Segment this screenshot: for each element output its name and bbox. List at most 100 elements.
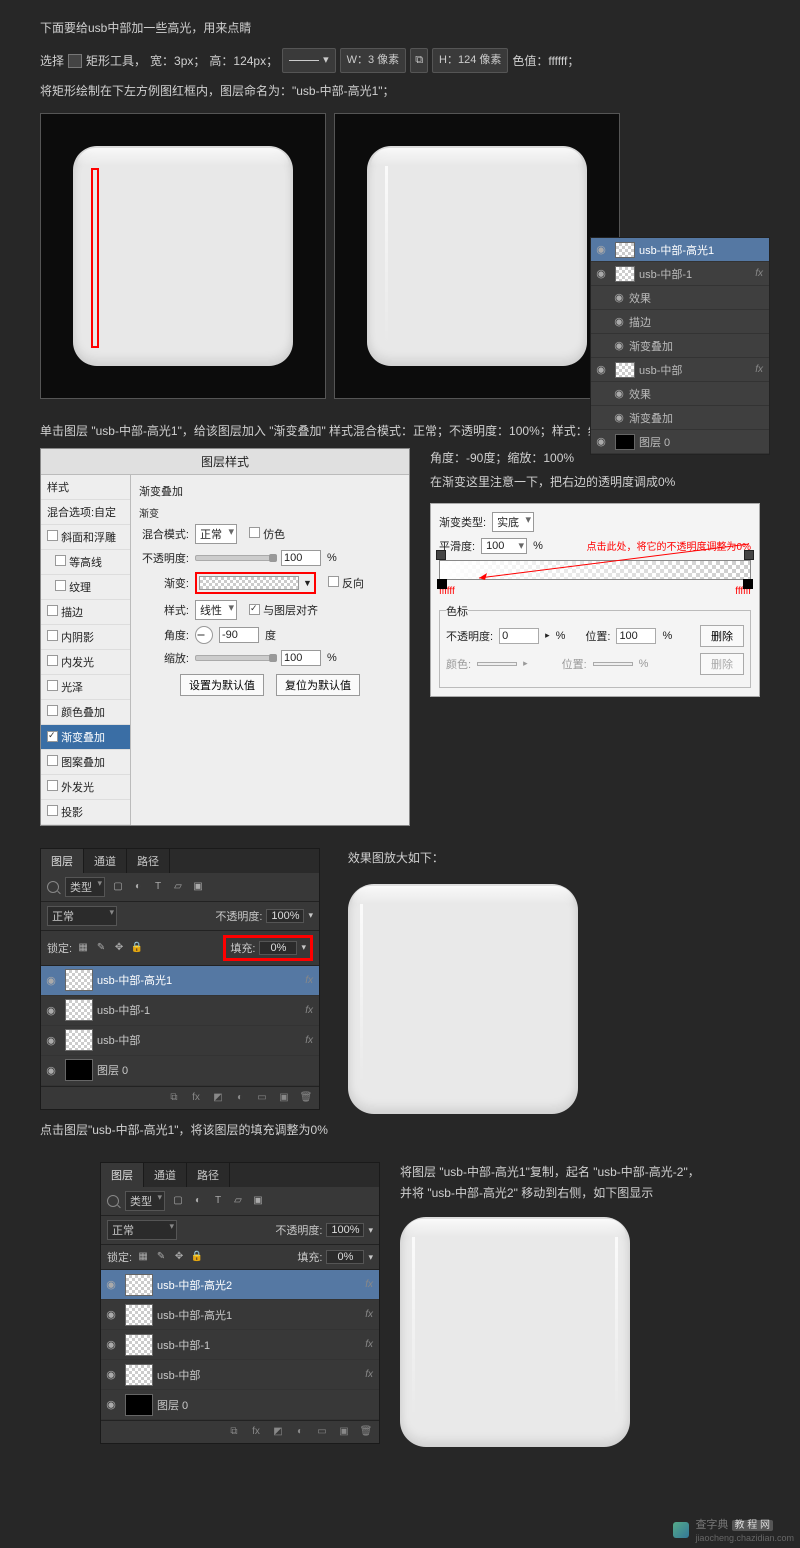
opacity-value[interactable]: 100%: [326, 1223, 364, 1237]
fx-badge[interactable]: fx: [305, 1035, 313, 1046]
fx-badge[interactable]: fx: [305, 975, 313, 986]
layers-panel-1[interactable]: 图层 通道 路径 类型 ▢ ◐ T ▱ ▣ 正常 不透明度: 100%▾ 锁定:…: [40, 848, 320, 1110]
tab-layers[interactable]: 图层: [101, 1163, 144, 1187]
lock-position-icon[interactable]: ✥: [112, 941, 126, 955]
opacity-input[interactable]: 100: [281, 550, 321, 566]
style-item[interactable]: 斜面和浮雕: [41, 525, 130, 550]
filter-type-select[interactable]: 类型: [125, 1191, 165, 1211]
layer-row[interactable]: ◉usb-中部-高光1fx: [41, 966, 319, 996]
fx-badge[interactable]: fx: [365, 1369, 373, 1380]
mask-icon[interactable]: ◩: [211, 1091, 225, 1105]
w-field[interactable]: W：3 像素: [340, 48, 407, 73]
layer-fx-item[interactable]: ◉渐变叠加: [591, 334, 769, 358]
blend-mode-select[interactable]: 正常: [107, 1220, 177, 1240]
fill-value[interactable]: 0%: [259, 941, 297, 955]
stroke-preview[interactable]: ▾: [282, 48, 336, 73]
filter-image-icon[interactable]: ▢: [171, 1194, 185, 1208]
adjustment-icon[interactable]: ◐: [233, 1091, 247, 1105]
opacity-stop-left[interactable]: [436, 550, 446, 560]
color-stop-left[interactable]: [437, 579, 447, 589]
filter-adjust-icon[interactable]: ◐: [131, 880, 145, 894]
search-icon[interactable]: [47, 881, 59, 893]
fx-icon[interactable]: fx: [189, 1091, 203, 1105]
opacity-stop-right[interactable]: [744, 550, 754, 560]
visibility-icon[interactable]: ◉: [591, 243, 611, 256]
angle-input[interactable]: -90: [219, 627, 259, 643]
folder-icon[interactable]: ▭: [255, 1091, 269, 1105]
adjustment-icon[interactable]: ◐: [293, 1425, 307, 1439]
visibility-icon[interactable]: ◉: [591, 267, 611, 280]
style-item[interactable]: 描边: [41, 600, 130, 625]
lock-transparency-icon[interactable]: ▦: [76, 941, 90, 955]
layer-fx-item[interactable]: ◉描边: [591, 310, 769, 334]
layers-panel-mini[interactable]: ◉ usb-中部-高光1 ◉ usb-中部-1 fx ◉效果 ◉描边 ◉渐变叠加…: [590, 237, 770, 455]
fx-badge[interactable]: fx: [305, 1005, 313, 1016]
layer-row[interactable]: ◉usb-中部-高光1fx: [101, 1300, 379, 1330]
layer-row[interactable]: ◉ 图层 0: [591, 430, 769, 454]
stop-pos-input[interactable]: 100: [616, 628, 656, 644]
lock-paint-icon[interactable]: ✎: [94, 941, 108, 955]
filter-shape-icon[interactable]: ▱: [171, 880, 185, 894]
layer-fx-group[interactable]: ◉效果: [591, 382, 769, 406]
lock-position-icon[interactable]: ✥: [172, 1250, 186, 1264]
grad-type-select[interactable]: 实底: [492, 512, 534, 532]
search-icon[interactable]: [107, 1195, 119, 1207]
fx-badge[interactable]: fx: [755, 268, 763, 279]
tab-layers[interactable]: 图层: [41, 849, 84, 873]
lock-all-icon[interactable]: 🔒: [190, 1250, 204, 1264]
panel-tabs[interactable]: 图层 通道 路径: [101, 1163, 379, 1187]
reset-default-button[interactable]: 复位为默认值: [276, 674, 360, 696]
tab-channels[interactable]: 通道: [84, 849, 127, 873]
stop-opacity-input[interactable]: 0: [499, 628, 539, 644]
style-select[interactable]: 线性: [195, 600, 237, 620]
new-layer-icon[interactable]: ▣: [277, 1091, 291, 1105]
delete-stop-button[interactable]: 删除: [700, 625, 744, 647]
blend-options[interactable]: 混合选项:自定: [41, 500, 130, 525]
fill-value[interactable]: 0%: [326, 1250, 364, 1264]
opacity-slider[interactable]: [195, 555, 275, 561]
smooth-input[interactable]: 100: [481, 538, 527, 554]
filter-type-select[interactable]: 类型: [65, 877, 105, 897]
h-field[interactable]: H：124 像素: [432, 48, 508, 73]
link-icon[interactable]: ⧉: [227, 1425, 241, 1439]
style-item-gradient-overlay[interactable]: 渐变叠加: [41, 725, 130, 750]
style-item[interactable]: 投影: [41, 800, 130, 825]
layer-row[interactable]: ◉ usb-中部 fx: [591, 358, 769, 382]
layer-fx-item[interactable]: ◉渐变叠加: [591, 406, 769, 430]
chevron-down-icon[interactable]: ▼: [303, 578, 312, 588]
set-default-button[interactable]: 设置为默认值: [180, 674, 264, 696]
style-item[interactable]: 等高线: [41, 550, 130, 575]
tab-channels[interactable]: 通道: [144, 1163, 187, 1187]
scale-input[interactable]: 100: [281, 650, 321, 666]
style-item[interactable]: 内阴影: [41, 625, 130, 650]
blend-mode-select[interactable]: 正常: [195, 524, 237, 544]
link-wh-icon[interactable]: ⧉: [410, 48, 428, 73]
opacity-value[interactable]: 100%: [266, 909, 304, 923]
layer-row[interactable]: ◉usb-中部fx: [101, 1360, 379, 1390]
style-item[interactable]: 图案叠加: [41, 750, 130, 775]
fx-badge[interactable]: fx: [365, 1339, 373, 1350]
fx-icon[interactable]: fx: [249, 1425, 263, 1439]
filter-smart-icon[interactable]: ▣: [191, 880, 205, 894]
style-item[interactable]: 内发光: [41, 650, 130, 675]
folder-icon[interactable]: ▭: [315, 1425, 329, 1439]
fx-badge[interactable]: fx: [365, 1309, 373, 1320]
style-item[interactable]: 光泽: [41, 675, 130, 700]
layers-panel-2[interactable]: 图层 通道 路径 类型 ▢ ◐ T ▱ ▣ 正常 不透明度: 100%▾ 锁定:…: [100, 1162, 380, 1444]
gradient-editor[interactable]: 渐变类型: 实底 平滑度: 100 % 点击此处，将它的不透明度调整为0%: [430, 503, 760, 697]
layer-fx-group[interactable]: ◉效果: [591, 286, 769, 310]
layer-row[interactable]: ◉usb-中部fx: [41, 1026, 319, 1056]
filter-type-icon[interactable]: T: [211, 1194, 225, 1208]
gradient-bar[interactable]: [439, 560, 751, 580]
scale-slider[interactable]: [195, 655, 275, 661]
layer-row-highlight1[interactable]: ◉ usb-中部-高光1: [591, 238, 769, 262]
reverse-checkbox[interactable]: [328, 576, 339, 587]
link-icon[interactable]: ⧉: [167, 1091, 181, 1105]
layer-row[interactable]: ◉图层 0: [101, 1390, 379, 1420]
trash-icon[interactable]: 🗑: [359, 1425, 373, 1439]
filter-type-icon[interactable]: T: [151, 880, 165, 894]
style-list[interactable]: 样式 混合选项:自定 斜面和浮雕 等高线 纹理 描边 内阴影 内发光 光泽 颜色…: [41, 475, 131, 825]
dither-checkbox[interactable]: [249, 527, 260, 538]
panel-tabs[interactable]: 图层 通道 路径: [41, 849, 319, 873]
filter-smart-icon[interactable]: ▣: [251, 1194, 265, 1208]
